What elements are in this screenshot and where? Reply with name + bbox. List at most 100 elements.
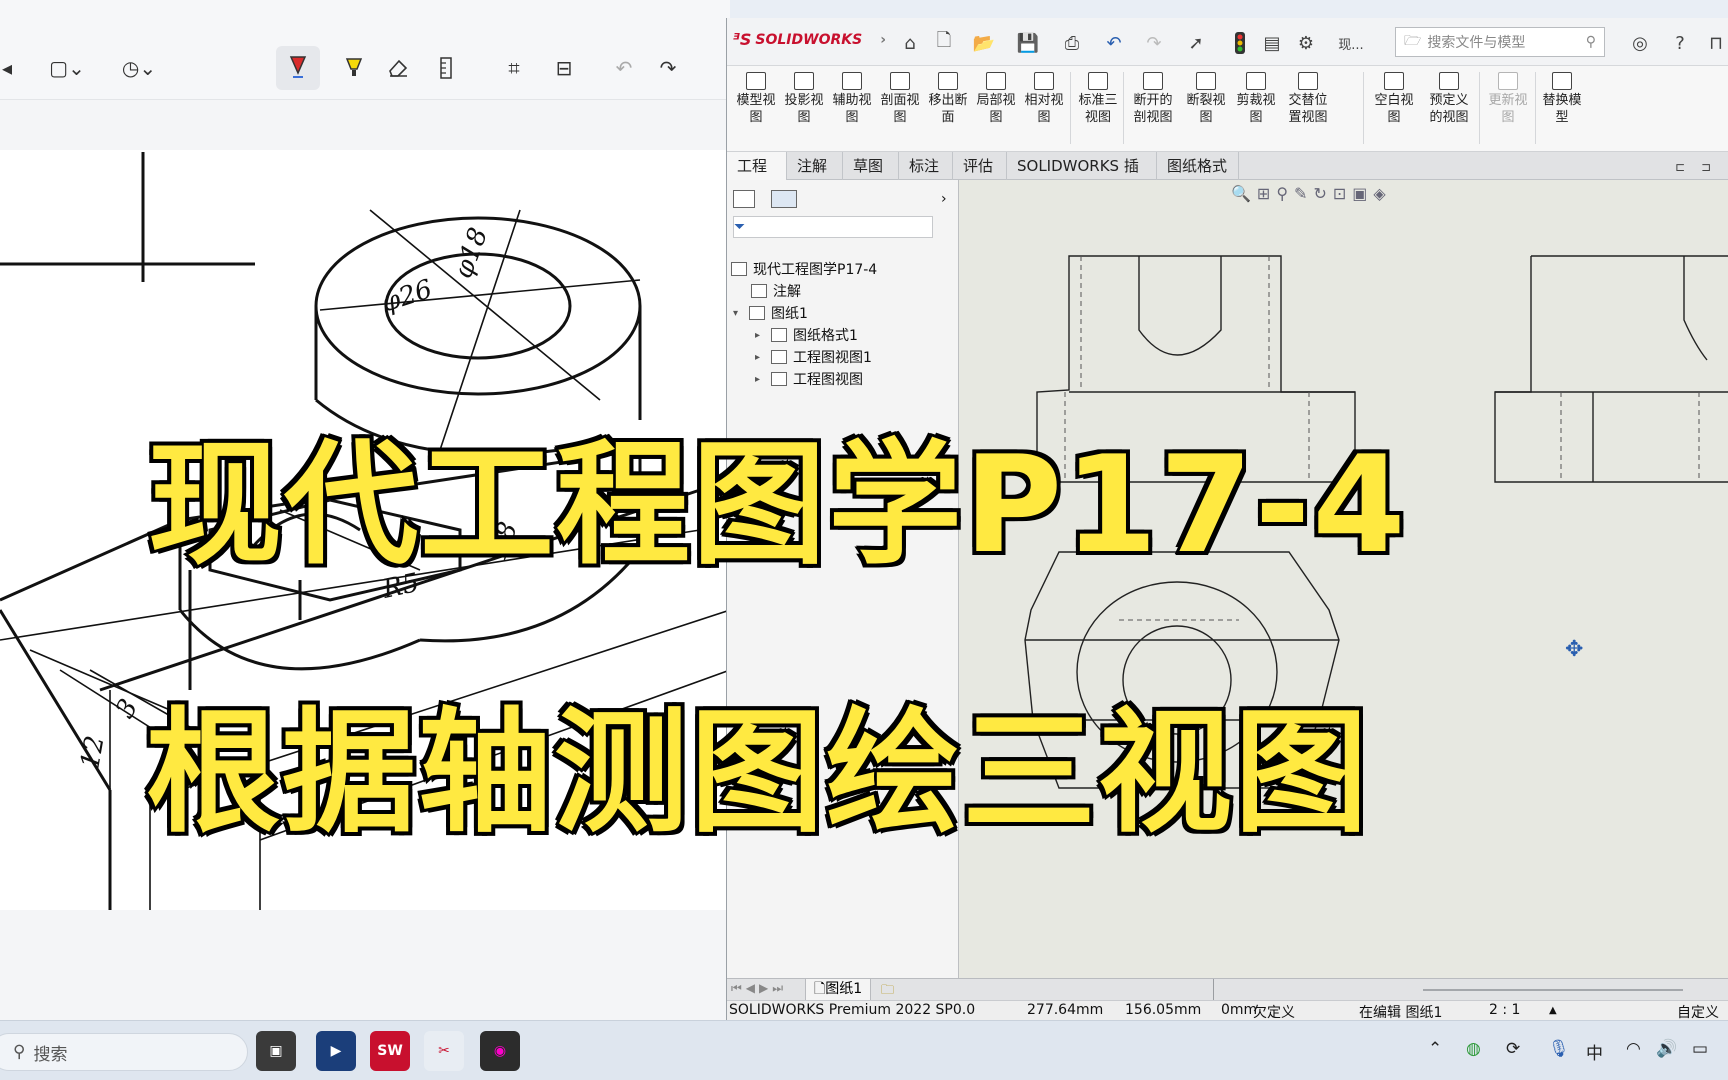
empty-view-icon bbox=[1384, 72, 1404, 90]
dim-12-label: 12 bbox=[75, 733, 110, 771]
tab-annotation[interactable]: 注解 bbox=[787, 152, 843, 180]
collapse-icon[interactable]: ◂ bbox=[0, 46, 14, 90]
save-icon[interactable]: 💾 bbox=[1015, 30, 1041, 56]
pin-icon[interactable]: ⊓ bbox=[1703, 30, 1728, 56]
tree-item-view2[interactable]: ▸ 工程图视图 bbox=[755, 368, 863, 390]
sheet-tabs-bar: ⏮◀▶⏭ 🗋图纸1 🗀 bbox=[727, 978, 1728, 1001]
tab-addins[interactable]: SOLIDWORKS 插件 bbox=[1007, 152, 1157, 203]
microphone-icon[interactable]: 🎙 bbox=[1548, 1039, 1570, 1059]
sync-icon[interactable]: ⟳ bbox=[1506, 1039, 1520, 1059]
drawing-view-icon bbox=[771, 372, 787, 386]
redo-icon[interactable]: ↷ bbox=[1141, 30, 1167, 56]
status-scale[interactable]: 2 : 1 bbox=[1489, 1002, 1520, 1018]
status-custom[interactable]: 自定义 bbox=[1677, 1002, 1719, 1022]
task-view-icon[interactable]: ▣ bbox=[256, 1031, 296, 1071]
sheet-tab[interactable]: 🗋图纸1 bbox=[805, 979, 872, 1001]
removed-section-button[interactable]: 移出断 面 bbox=[923, 72, 973, 126]
status-defined: 欠定义 bbox=[1253, 1005, 1295, 1021]
update-view-button[interactable]: 更新视 图 bbox=[1483, 72, 1533, 126]
text-scan-icon[interactable]: ⊟ bbox=[544, 46, 584, 90]
tree-filter-field[interactable]: ⏷ bbox=[733, 216, 933, 238]
empty-view-button[interactable]: 空白视 图 bbox=[1369, 72, 1419, 126]
tree-item-view1[interactable]: ▸ 工程图视图1 bbox=[755, 346, 872, 368]
redo-icon[interactable]: ↷ bbox=[648, 46, 688, 90]
solidworks-logo[interactable]: ᴲS SOLIDWORKS › bbox=[733, 30, 886, 49]
scale-up-icon[interactable]: ▲ bbox=[1549, 1005, 1557, 1016]
status-product: SOLIDWORKS Premium 2022 SP0.0 bbox=[729, 1002, 976, 1018]
heads-up-view-toolbar[interactable]: 🔍⊞⚲✎↻⊡▣◈ bbox=[1231, 184, 1392, 203]
media-app-icon[interactable]: ◉ bbox=[480, 1031, 520, 1071]
chevron-right-icon: › bbox=[880, 31, 886, 48]
horizontal-scrollbar[interactable] bbox=[1423, 989, 1683, 991]
battery-icon[interactable]: ▭ bbox=[1692, 1039, 1708, 1059]
volume-icon[interactable]: 🔊 bbox=[1656, 1039, 1677, 1059]
tree-item-annotations[interactable]: 注解 bbox=[751, 280, 801, 302]
alternate-position-view-button[interactable]: 交替位 置视图 bbox=[1283, 72, 1333, 126]
break-view-button[interactable]: 断裂视 图 bbox=[1181, 72, 1231, 126]
tab-sheet-format[interactable]: 图纸格式 bbox=[1157, 152, 1239, 180]
broken-out-section-button[interactable]: 断开的 剖视图 bbox=[1125, 72, 1181, 126]
eraser-icon[interactable] bbox=[378, 46, 418, 90]
taskbar-search-label: 搜索 bbox=[33, 1044, 68, 1065]
chevron-up-icon[interactable]: ⌃ bbox=[1428, 1039, 1442, 1059]
tab-dimension[interactable]: 标注 bbox=[899, 152, 953, 180]
history-clock-icon[interactable]: ◷⌄ bbox=[116, 46, 162, 90]
new-file-icon[interactable]: 🗋 bbox=[931, 30, 957, 56]
model-view-button[interactable]: 模型视 图 bbox=[731, 72, 781, 126]
expand-panel-icon[interactable]: ⊐ bbox=[1693, 154, 1719, 180]
ime-indicator[interactable]: 中 bbox=[1586, 1039, 1603, 1064]
ribbon-label: 空白视 图 bbox=[1374, 93, 1414, 125]
predefined-view-button[interactable]: 预定义 的视图 bbox=[1421, 72, 1477, 126]
tree-tab-properties[interactable] bbox=[771, 188, 797, 210]
auxiliary-view-button[interactable]: 辅助视 图 bbox=[827, 72, 877, 126]
collapse-panel-icon[interactable]: ⊏ bbox=[1667, 154, 1693, 180]
expand-arrow-icon: ▸ bbox=[755, 351, 761, 363]
tree-item-sheet[interactable]: ▾ 图纸1 bbox=[733, 302, 808, 324]
replace-model-button[interactable]: 替换模 型 bbox=[1537, 72, 1587, 126]
search-files-input[interactable]: 🗁 搜索文件与模型 ⚲ bbox=[1395, 27, 1605, 57]
undo-icon[interactable]: ↶ bbox=[1101, 30, 1127, 56]
projected-view-button[interactable]: 投影视 图 bbox=[779, 72, 829, 126]
tree-item-root[interactable]: 现代工程图学P17-4 bbox=[731, 258, 877, 280]
rebuild-traffic-light-icon[interactable] bbox=[1227, 30, 1253, 56]
relative-view-button[interactable]: 相对视 图 bbox=[1019, 72, 1069, 126]
ruler-icon[interactable] bbox=[426, 46, 466, 90]
sheet-nav-arrows-icon[interactable]: ⏮◀▶⏭ bbox=[731, 981, 787, 996]
open-folder-icon[interactable]: 📂 bbox=[971, 30, 997, 56]
select-cursor-icon[interactable]: ➚ bbox=[1183, 30, 1209, 56]
taskbar-search[interactable]: ⚲ 搜索 bbox=[0, 1033, 248, 1071]
tab-sketch[interactable]: 草图 bbox=[843, 152, 899, 180]
detail-view-button[interactable]: 局部视 图 bbox=[971, 72, 1021, 126]
snipping-tool-icon[interactable]: ✂ bbox=[424, 1031, 464, 1071]
tab-evaluate[interactable]: 评估 bbox=[953, 152, 1007, 180]
pen-icon[interactable] bbox=[276, 46, 320, 90]
account-icon[interactable]: ◎ bbox=[1627, 30, 1653, 56]
predefined-view-icon bbox=[1439, 72, 1459, 90]
home-icon[interactable]: ⌂ bbox=[897, 30, 923, 56]
print-icon[interactable]: ⎙ bbox=[1059, 30, 1085, 56]
screen-recorder-icon[interactable]: ▶ bbox=[316, 1031, 356, 1071]
detail-view-icon bbox=[986, 72, 1006, 90]
crop-icon[interactable]: ⌗ bbox=[494, 46, 534, 90]
tree-item-sheet-format[interactable]: ▸ 图纸格式1 bbox=[755, 324, 858, 346]
crop-rect-icon[interactable]: ▢⌄ bbox=[44, 46, 90, 90]
tree-tab-featuremanager[interactable] bbox=[733, 188, 755, 210]
standard-3-view-button[interactable]: 标准三 视图 bbox=[1073, 72, 1123, 126]
help-icon[interactable]: ? bbox=[1667, 30, 1693, 56]
tree-view1-label: 工程图视图1 bbox=[793, 350, 872, 366]
alternate-position-icon bbox=[1298, 72, 1318, 90]
tab-drawing[interactable]: 工程图 bbox=[727, 152, 787, 203]
wifi-icon[interactable]: ◠ bbox=[1626, 1039, 1641, 1059]
search-icon: ⚲ bbox=[13, 1042, 26, 1062]
sheet-tab-label: 图纸1 bbox=[825, 981, 863, 997]
solidworks-app-icon[interactable]: SW bbox=[370, 1031, 410, 1071]
sw-titlebar: ᴲS SOLIDWORKS › ⌂ 🗋 📂 💾 ⎙ ↶ ↷ ➚ ▤ ⚙ 现...… bbox=[727, 18, 1728, 66]
green-tray-icon[interactable]: ◍ bbox=[1466, 1039, 1481, 1059]
undo-icon[interactable]: ↶ bbox=[604, 46, 644, 90]
highlighter-icon[interactable] bbox=[334, 46, 374, 90]
crop-view-button[interactable]: 剪裁视 图 bbox=[1231, 72, 1281, 126]
file-properties-icon[interactable]: ▤ bbox=[1259, 30, 1285, 56]
tree-expand-chevron[interactable]: › bbox=[941, 188, 947, 210]
options-gear-icon[interactable]: ⚙ bbox=[1293, 30, 1319, 56]
section-view-button[interactable]: 剖面视 图 bbox=[875, 72, 925, 126]
